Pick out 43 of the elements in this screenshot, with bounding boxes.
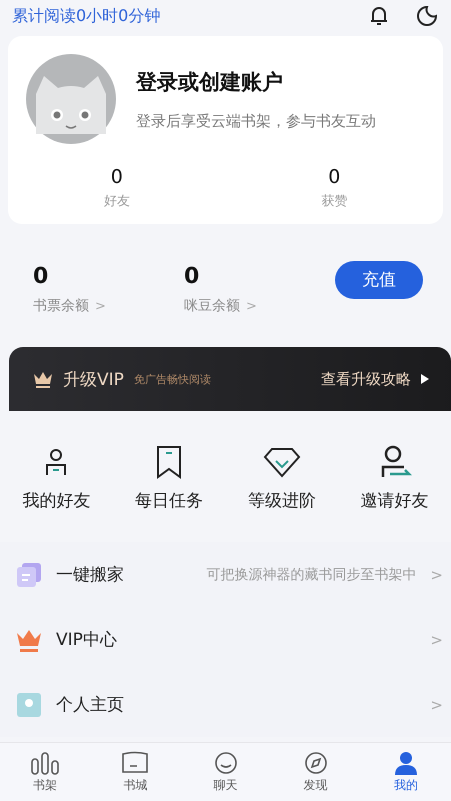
shortcut-label[interactable]: 等级进阶 bbox=[248, 489, 316, 512]
login-subtitle: 登录后享受云端书架，参与书友互动 bbox=[136, 112, 376, 130]
login-title[interactable]: 登录或创建账户 bbox=[136, 68, 283, 96]
vip-tagline: 免广告畅快阅读 bbox=[134, 372, 211, 386]
stat-label: 好友 bbox=[104, 193, 130, 210]
chevron-icon: > bbox=[95, 298, 106, 314]
stat-value: 0 bbox=[328, 166, 340, 188]
moon-icon[interactable] bbox=[415, 4, 439, 28]
crown-icon bbox=[33, 370, 53, 388]
play-triangle-icon bbox=[421, 374, 429, 384]
menu-label: 一键搬家 bbox=[56, 564, 124, 586]
stat-label: 获赞 bbox=[321, 193, 348, 210]
vip-banner[interactable]: 升级VIP 免广告畅快阅读 查看升级攻略 bbox=[9, 347, 451, 411]
nav-tab[interactable]: 我的 bbox=[360, 743, 451, 801]
chevron-icon: > bbox=[246, 298, 257, 314]
balance-value: 0 bbox=[184, 264, 200, 289]
recharge-button[interactable]: 充值 bbox=[335, 260, 423, 298]
balance-value: 0 bbox=[33, 264, 48, 289]
menu-hint: 可把换源神器的藏书同步至书架中 bbox=[206, 566, 416, 584]
chevron-icon: > bbox=[430, 630, 443, 648]
shortcut-label[interactable]: 邀请好友 bbox=[360, 489, 429, 512]
nav-tab[interactable]: 书城 bbox=[90, 743, 180, 801]
reading-time: 累计阅读0小时0分钟 bbox=[12, 6, 160, 26]
menu-label: VIP中心 bbox=[56, 629, 117, 651]
menu-item[interactable]: 个人主页 > bbox=[16, 672, 443, 737]
shortcut-label[interactable]: 我的好友 bbox=[22, 489, 90, 512]
vip-title: 升级VIP bbox=[63, 368, 124, 390]
nav-tab[interactable]: 聊天 bbox=[180, 743, 271, 801]
shortcut-label[interactable]: 每日任务 bbox=[135, 489, 204, 512]
chevron-icon: > bbox=[430, 566, 443, 584]
menu-item[interactable]: VIP中心 > bbox=[16, 607, 443, 672]
stat-value: 0 bbox=[110, 166, 123, 188]
menu-item[interactable]: 一键搬家 可把换源神器的藏书同步至书架中 > bbox=[16, 542, 443, 607]
home-card-icon bbox=[16, 692, 42, 718]
diamond-icon[interactable] bbox=[262, 445, 301, 479]
stacked-cards-icon bbox=[16, 562, 42, 588]
nav-tab[interactable]: 书架 bbox=[0, 743, 90, 801]
book-icon bbox=[120, 750, 150, 774]
menu-label: 个人主页 bbox=[56, 694, 124, 716]
vip-guide-link[interactable]: 查看升级攻略 bbox=[321, 370, 411, 388]
chevron-icon: > bbox=[430, 696, 443, 714]
nav-tab[interactable]: 发现 bbox=[270, 743, 361, 801]
bars-icon bbox=[30, 750, 60, 774]
